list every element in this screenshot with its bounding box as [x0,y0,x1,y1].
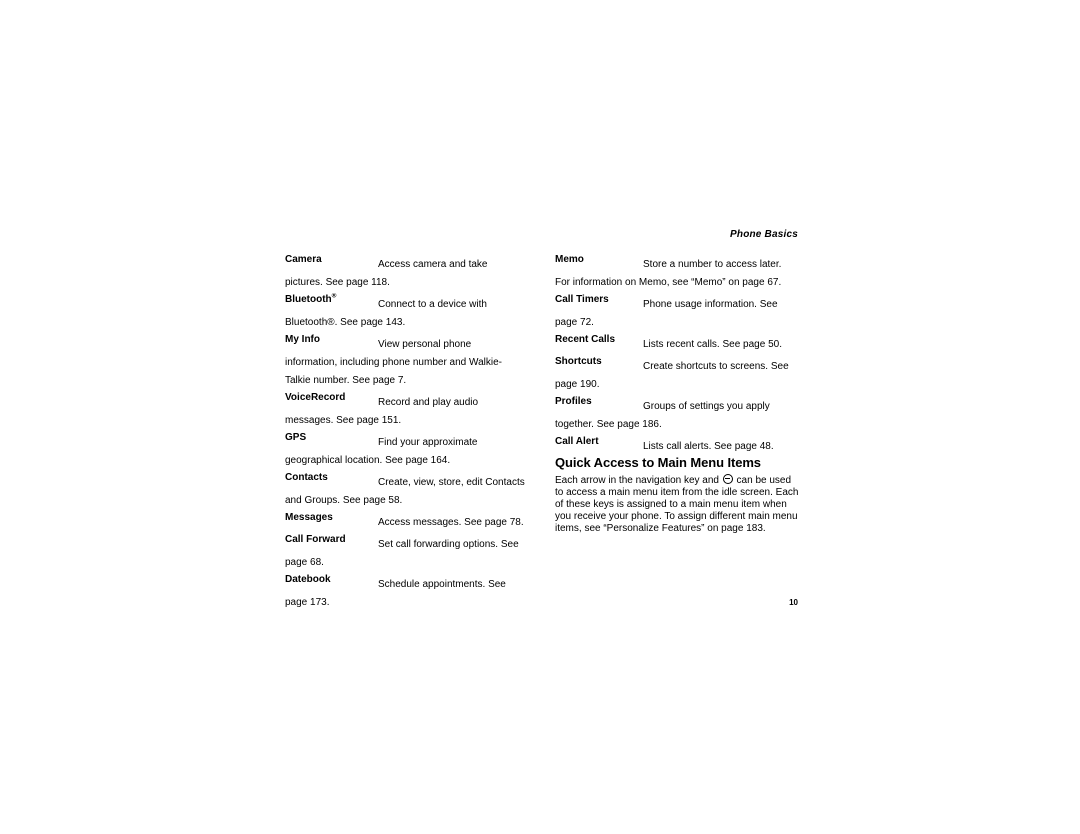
menu-item-term: My Info [285,334,320,345]
section-body-part-1: Each arrow in the navigation key and [555,475,722,486]
section-heading: Quick Access to Main Menu Items [555,454,761,470]
menu-item-term: Recent Calls [555,334,616,345]
registered-mark: ® [331,292,337,300]
menu-item-term: Datebook [285,574,331,585]
menu-item-term: Contacts [285,472,328,483]
menu-item-description: View personal phone information, includi… [285,339,502,386]
menu-item-entry: Profiles Groups of settings you apply to… [555,396,798,432]
menu-item-entry: Datebook Schedule appointments. See page… [285,574,525,610]
menu-item-entry: Contacts Create, view, store, edit Conta… [285,472,525,508]
menu-item-entry: Camera Access camera and take pictures. … [285,254,525,290]
menu-item-entry: VoiceRecord Record and play audio messag… [285,392,525,428]
menu-item-term: Call Forward [285,534,346,545]
menu-item-term: Profiles [555,396,592,407]
menu-item-term: GPS [285,432,307,443]
menu-item-term: Call Timers [555,294,609,305]
running-head: Phone Basics [730,229,798,240]
menu-item-entry: Call Timers Phone usage information. See… [555,294,798,330]
manual-page: Phone Basics Camera Access camera and ta… [0,0,1080,834]
menu-item-description: Lists call alerts. See page 48. [643,441,774,452]
menu-item-entry: Memo Store a number to access later. For… [555,254,798,290]
menu-item-entry: Call Alert Lists call alerts. See page 4… [555,436,798,454]
menu-item-term: Messages [285,512,333,523]
menu-items-right-column: Memo Store a number to access later. For… [555,254,798,458]
menu-item-term: Shortcuts [555,356,602,367]
menu-item-description: Access messages. See page 78. [378,517,524,528]
menu-item-entry: Bluetooth® Connect to a device with Blue… [285,292,525,330]
menu-items-left-column: Camera Access camera and take pictures. … [285,254,525,614]
menu-item-term: Memo [555,254,584,265]
menu-item-term: VoiceRecord [285,392,346,403]
menu-item-term: Camera [285,254,322,265]
menu-item-description: Lists recent calls. See page 50. [643,339,782,350]
menu-key-icon [722,474,733,484]
menu-item-term: Call Alert [555,436,599,447]
section-body: Each arrow in the navigation key and can… [555,474,801,535]
menu-item-entry: Call Forward Set call forwarding options… [285,534,525,570]
menu-item-entry: My Info View personal phone information,… [285,334,525,388]
menu-item-entry: Shortcuts Create shortcuts to screens. S… [555,356,798,392]
page-number: 10 [789,598,798,607]
menu-item-term: Bluetooth® [285,292,337,305]
menu-item-entry: Messages Access messages. See page 78. [285,512,525,530]
menu-item-entry: GPS Find your approximate geographical l… [285,432,525,468]
menu-item-entry: Recent Calls Lists recent calls. See pag… [555,334,798,352]
